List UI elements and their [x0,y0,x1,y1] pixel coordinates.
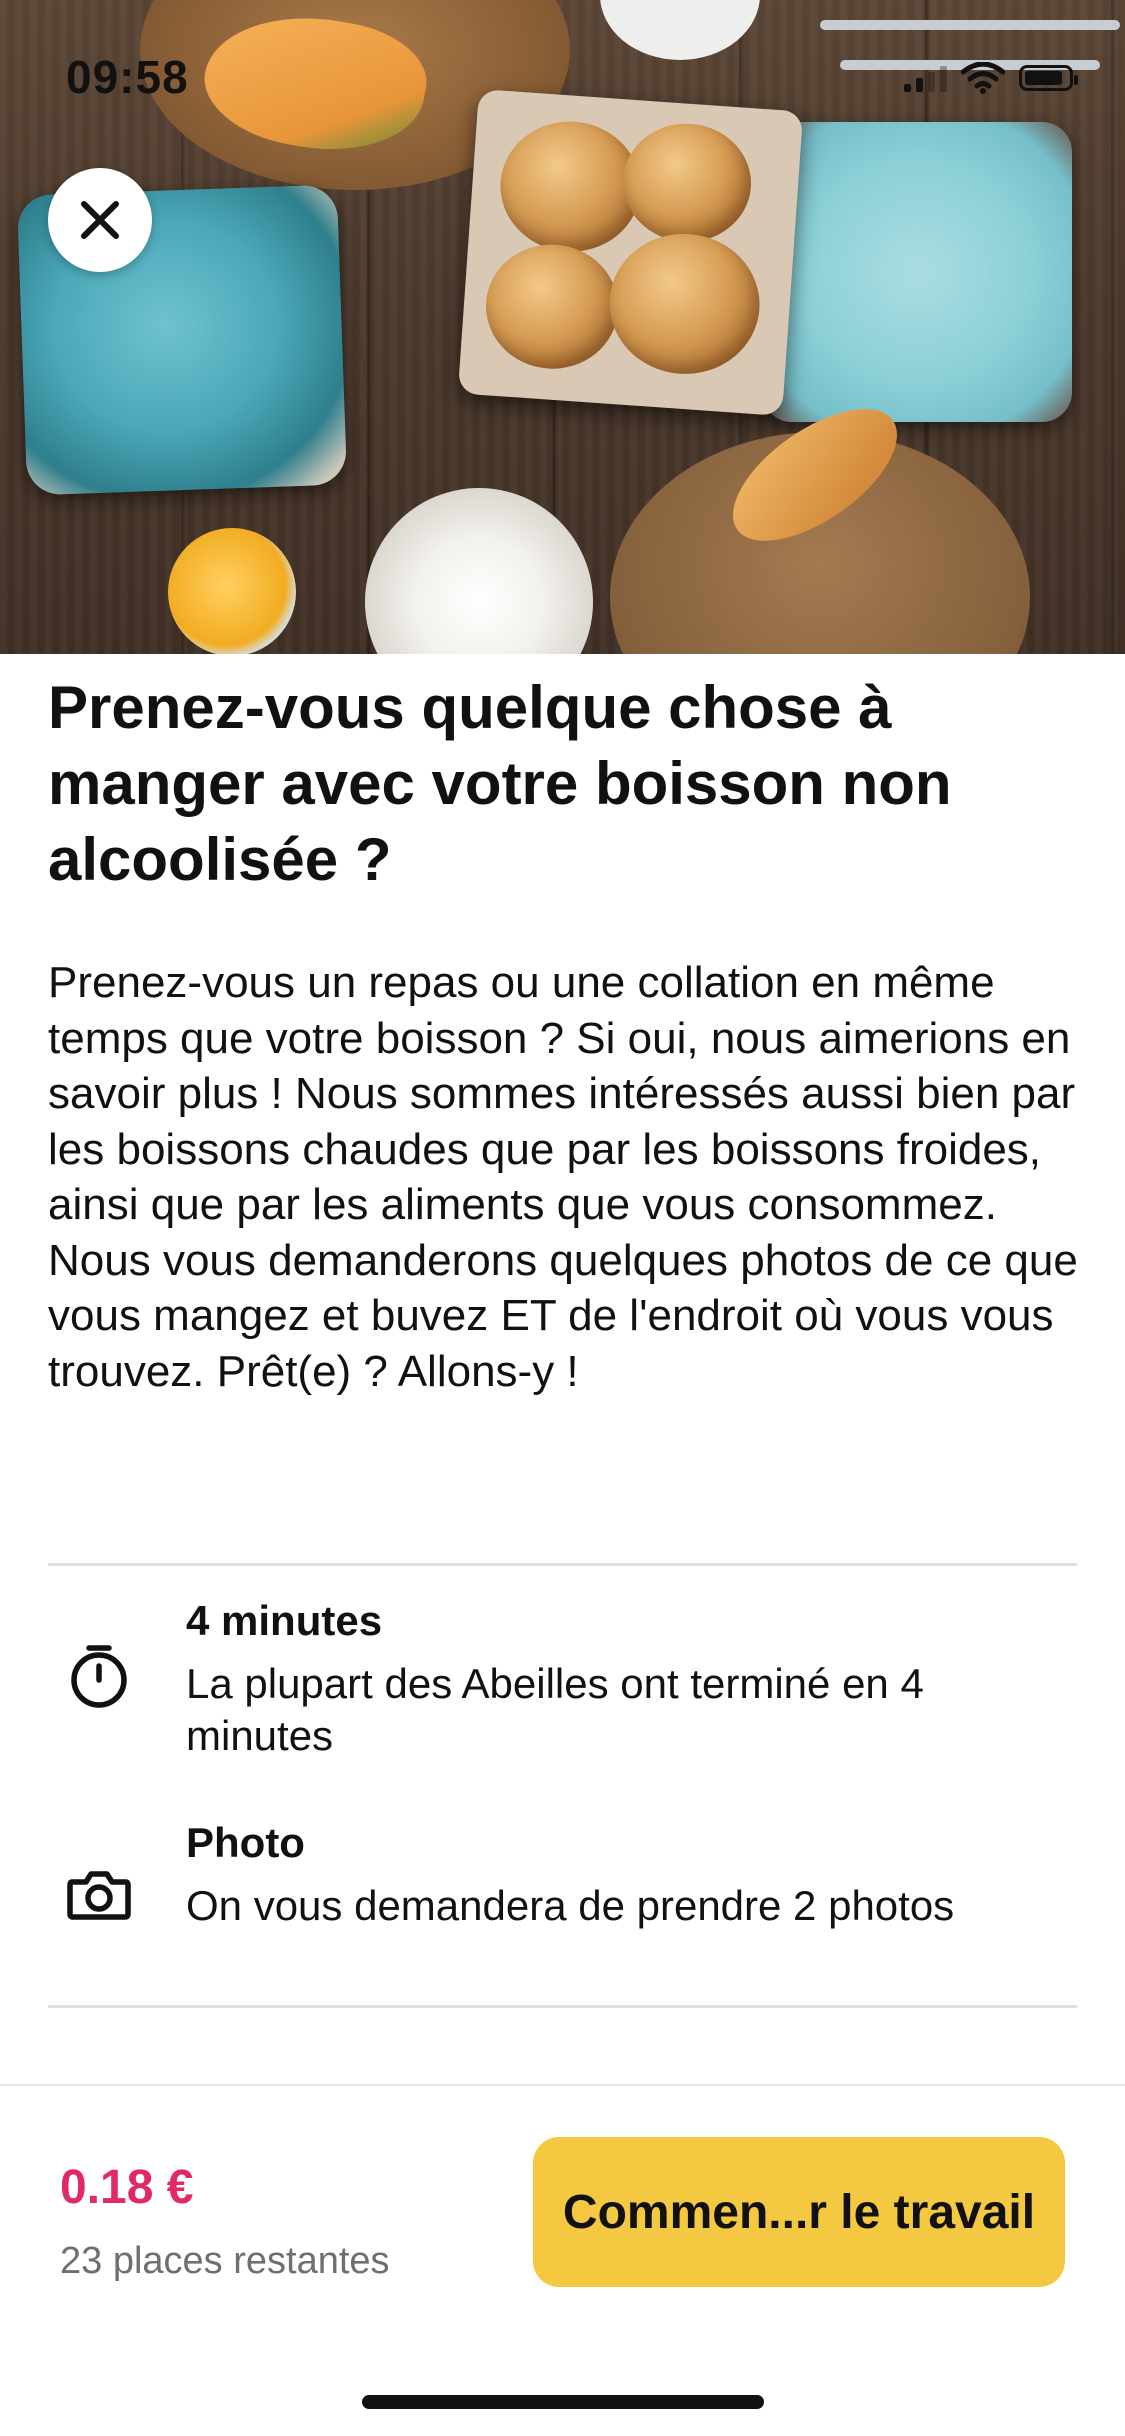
info-text: On vous demandera de prendre 2 photos [186,1882,955,1929]
info-text: La plupart des Abeilles ont terminé en 4… [186,1660,924,1759]
survey-description: Prenez-vous un repas ou une collation en… [48,958,1078,1396]
reward-price: 0.18 € [60,2161,194,2214]
wifi-icon [961,62,1005,94]
survey-title: Prenez-vous quelque chose à manger avec … [48,674,952,893]
bread-roll [481,240,623,374]
start-task-button[interactable]: Commen...r le travail [533,2137,1065,2287]
info-title: Photo [186,1819,305,1866]
home-indicator[interactable] [362,2395,764,2409]
close-icon [81,201,119,239]
teal-plate-right [762,122,1072,422]
hero-image: 09:58 [0,0,1125,654]
footer-divider [0,2084,1125,2086]
battery-icon [1019,65,1078,91]
stopwatch-icon [71,1645,127,1708]
divider [48,2005,1077,2008]
cellular-signal-icon [904,64,947,92]
status-icons [904,62,1078,94]
divider [48,1563,1077,1566]
close-button[interactable] [48,168,152,272]
bread-roll [604,228,765,379]
bread-basket [457,89,804,416]
orange-juice-glass [168,528,296,654]
bread-roll [619,119,755,247]
remaining-places: 23 places restantes [60,2240,390,2282]
knife [820,20,1120,30]
camera-icon [67,1871,131,1920]
info-title: 4 minutes [186,1597,383,1644]
status-time: 09:58 [66,51,189,103]
